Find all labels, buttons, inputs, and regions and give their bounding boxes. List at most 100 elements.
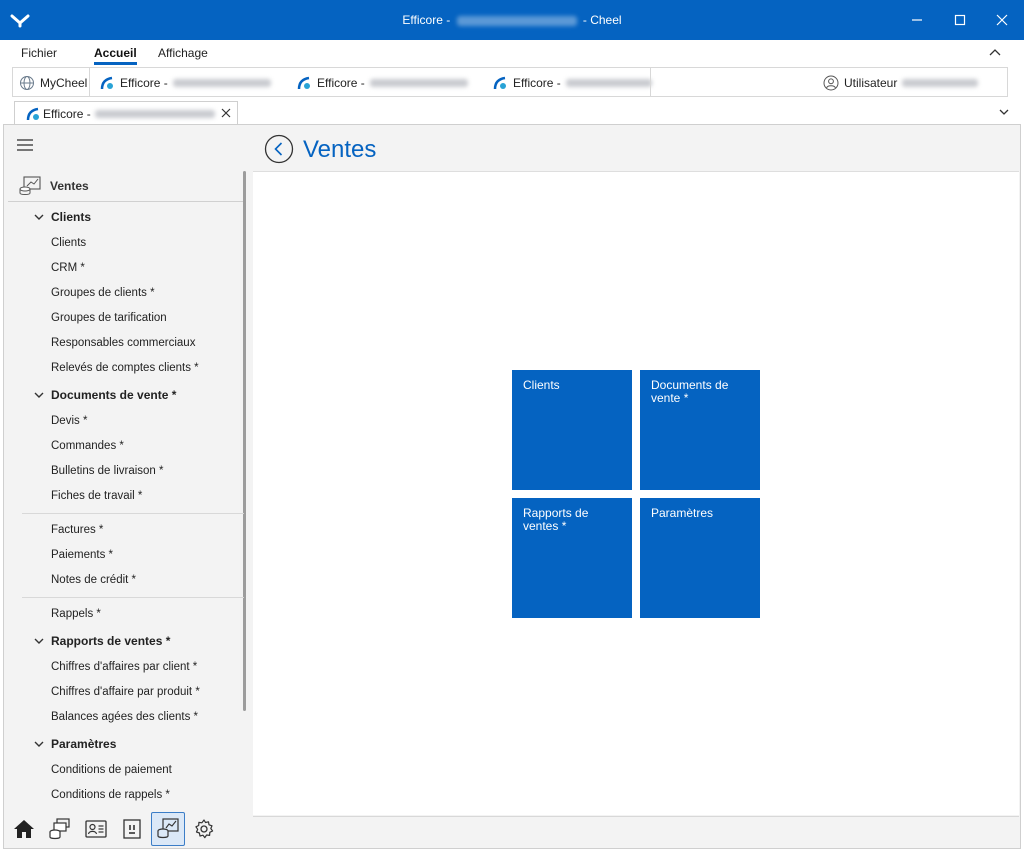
sidebar-group-rapports-ventes[interactable]: Rapports de ventes * (34, 634, 170, 648)
quick-access-bar: MyCheel Efficore - Efficore - Efficore - (12, 67, 1008, 97)
sidebar-group-label: Rapports de ventes * (51, 634, 171, 648)
document-tab-label: Efficore - (43, 106, 91, 121)
window-title: Efficore - - Cheel (0, 13, 1024, 27)
document-tabs: Efficore - (0, 101, 1024, 125)
user-menu[interactable]: Utilisateur (823, 75, 979, 91)
chevron-down-icon (34, 741, 44, 747)
divider (22, 513, 244, 514)
sidebar-group-label: Paramètres (51, 737, 117, 751)
page-title: Ventes (303, 136, 377, 163)
sidebar-heading-label: Ventes (50, 179, 89, 193)
sidebar-item-releves-comptes[interactable]: Relevés de comptes clients * (51, 362, 199, 374)
contacts-button[interactable] (79, 812, 113, 846)
sidebar-item-crm[interactable]: CRM * (51, 262, 85, 274)
sidebar-item-balances-agees[interactable]: Balances agées des clients * (51, 711, 198, 723)
divider (8, 201, 246, 202)
calendar-button[interactable] (115, 812, 149, 846)
efficore-icon (493, 76, 506, 90)
close-window-button[interactable] (987, 8, 1017, 32)
mycheel-link[interactable]: MyCheel (19, 75, 87, 91)
maximize-button[interactable] (945, 8, 975, 32)
home-button[interactable] (7, 812, 41, 846)
sidebar-item-factures[interactable]: Factures * (51, 524, 103, 536)
sidebar-group-label: Clients (51, 210, 92, 224)
sidebar-item-groupes-clients[interactable]: Groupes de clients * (51, 287, 155, 299)
maximize-icon (954, 14, 966, 26)
title-bar: Efficore - - Cheel (0, 0, 1024, 40)
calendar-icon (123, 819, 141, 839)
status-bar (253, 816, 1019, 848)
blurred-text (565, 79, 652, 87)
efficore-icon (100, 76, 113, 90)
minimize-button[interactable] (902, 8, 932, 32)
tile-parametres[interactable]: Paramètres (640, 498, 760, 618)
document-tab-efficore[interactable]: Efficore - (14, 101, 238, 125)
globe-icon (20, 76, 34, 90)
tab-accueil[interactable]: Accueil (94, 46, 137, 65)
sales-button[interactable] (151, 812, 185, 846)
quick-efficore-3[interactable]: Efficore - (492, 75, 652, 91)
content-header: Ventes (253, 125, 1019, 172)
quickbar-separator (89, 68, 90, 96)
mycheel-label: MyCheel (40, 76, 88, 90)
contacts-icon (85, 820, 107, 838)
chevron-down-icon (34, 638, 44, 644)
tabs-dropdown-icon[interactable] (998, 106, 1010, 118)
user-label: Utilisateur (844, 76, 898, 90)
settings-button[interactable] (187, 812, 221, 846)
sidebar-group-documents-vente[interactable]: Documents de vente * (34, 388, 176, 402)
sidebar-group-label: Documents de vente * (51, 388, 177, 402)
close-tab-icon[interactable] (220, 107, 232, 119)
minimize-icon (912, 19, 922, 21)
sidebar-item-devis[interactable]: Devis * (51, 415, 87, 427)
quickbar-separator (650, 68, 651, 96)
chevron-down-icon (34, 214, 44, 220)
sidebar-item-paiements[interactable]: Paiements * (51, 549, 113, 561)
sales-icon (19, 176, 41, 195)
quick-efficore-1-label: Efficore - (120, 76, 168, 90)
tile-clients[interactable]: Clients (512, 370, 632, 490)
divider (22, 597, 244, 598)
blurred-text (172, 79, 271, 87)
sidebar-item-rappels[interactable]: Rappels * (51, 608, 101, 620)
hamburger-menu-icon[interactable] (16, 138, 34, 152)
sidebar-group-clients[interactable]: Clients (34, 210, 91, 224)
home-icon (14, 820, 34, 838)
sidebar-item-notes-credit[interactable]: Notes de crédit * (51, 574, 136, 586)
settings-icon (195, 819, 214, 839)
efficore-icon (297, 76, 310, 90)
window-title-blurred (456, 15, 577, 26)
sidebar-item-bulletins-livraison[interactable]: Bulletins de livraison * (51, 465, 164, 477)
collapse-ribbon-icon[interactable] (988, 46, 1002, 58)
blurred-text (94, 109, 215, 118)
sidebar: Ventes Clients Clients CRM * Groupes de … (4, 125, 248, 848)
content-area: Ventes Clients Documents de vente * Rapp… (253, 125, 1019, 815)
tile-documents-vente[interactable]: Documents de vente * (640, 370, 760, 490)
sidebar-item-groupes-tarification[interactable]: Groupes de tarification (51, 312, 167, 324)
back-arrow-icon[interactable] (264, 134, 294, 164)
sidebar-item-responsables-commerciaux[interactable]: Responsables commerciaux (51, 337, 195, 349)
tile-rapports-ventes[interactable]: Rapports de ventes * (512, 498, 632, 618)
tab-fichier[interactable]: Fichier (21, 46, 57, 60)
sidebar-item-clients[interactable]: Clients (51, 237, 86, 249)
sidebar-item-ca-produit[interactable]: Chiffres d'affaire par produit * (51, 686, 200, 698)
sidebar-item-commandes[interactable]: Commandes * (51, 440, 124, 452)
sidebar-scrollbar[interactable] (243, 171, 246, 711)
quick-efficore-1[interactable]: Efficore - (99, 75, 271, 91)
quick-efficore-2[interactable]: Efficore - (296, 75, 468, 91)
finance-icon (49, 818, 70, 840)
sidebar-item-fiches-travail[interactable]: Fiches de travail * (51, 490, 142, 502)
blurred-text (369, 79, 468, 87)
sidebar-item-ca-client[interactable]: Chiffres d'affaires par client * (51, 661, 197, 673)
tab-affichage[interactable]: Affichage (158, 46, 208, 60)
sidebar-group-parametres[interactable]: Paramètres (34, 737, 116, 751)
user-email-blurred (902, 79, 979, 87)
sidebar-heading: Ventes (18, 176, 89, 196)
finance-button[interactable] (43, 812, 77, 846)
sidebar-item-conditions-paiement[interactable]: Conditions de paiement (51, 764, 172, 776)
efficore-icon (26, 107, 39, 120)
quick-efficore-2-label: Efficore - (317, 76, 365, 90)
chevron-down-icon (34, 392, 44, 398)
sidebar-item-conditions-rappels[interactable]: Conditions de rappels * (51, 789, 170, 801)
ribbon-tabs: Fichier Accueil Affichage (0, 40, 1024, 66)
